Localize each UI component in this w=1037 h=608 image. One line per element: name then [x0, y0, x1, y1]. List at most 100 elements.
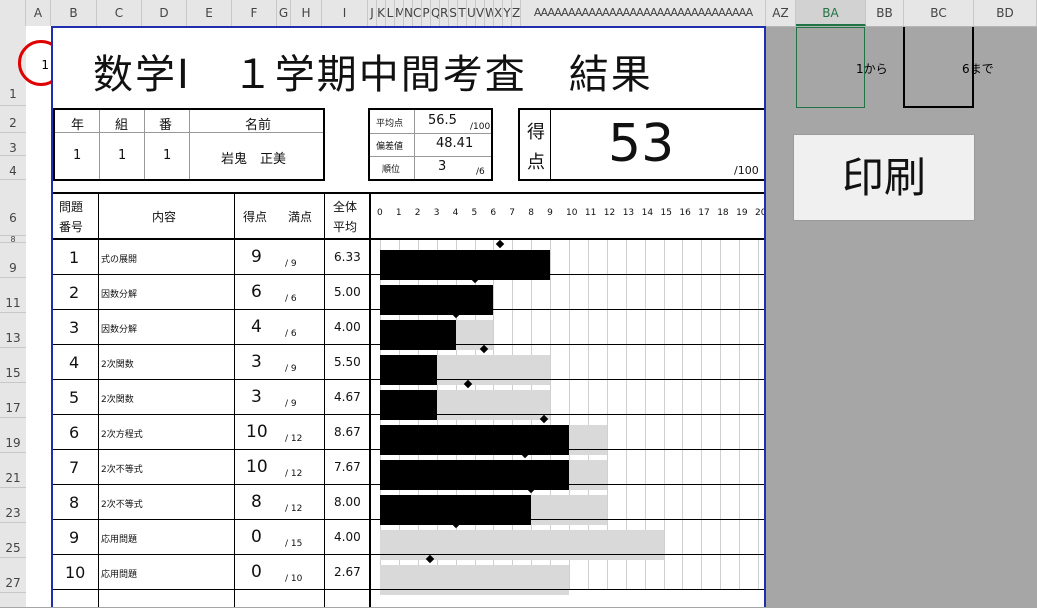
col-header-z[interactable]: Z — [512, 0, 521, 26]
row-header-13[interactable]: 13 — [0, 313, 26, 348]
scale-tick: 9 — [547, 208, 553, 218]
score-bar — [380, 250, 551, 280]
col-header-bc[interactable]: BC — [904, 0, 974, 26]
row-header-bar: 1 2 3 4 6 8 9 11 13 15 17 19 21 23 25 27 — [0, 26, 27, 607]
question-average: 8.67 — [334, 425, 361, 439]
row-header-11[interactable]: 11 — [0, 278, 26, 313]
row-header-19[interactable]: 19 — [0, 418, 26, 453]
table-header-bottom-line — [53, 238, 764, 240]
question-number: 5 — [69, 388, 80, 407]
question-max: / 10 — [285, 574, 303, 584]
select-all-corner[interactable] — [0, 0, 26, 26]
selected-cell-ba1[interactable] — [796, 27, 865, 108]
col-header-aa-group[interactable]: AAAAAAAAAAAAAAAAAAAAAAAAAAAAAAAA — [521, 0, 766, 26]
question-average: 4.00 — [334, 530, 361, 544]
question-number: 9 — [69, 528, 80, 547]
col-header-m[interactable]: M — [395, 0, 404, 26]
row-header-27[interactable]: 27 — [0, 558, 26, 593]
question-average: 5.50 — [334, 355, 361, 369]
question-average: 8.00 — [334, 495, 361, 509]
question-max: / 15 — [285, 539, 303, 549]
score-box: 得 点 53 /100 — [518, 108, 764, 181]
col-header-b[interactable]: B — [51, 0, 97, 26]
col-header-bd[interactable]: BD — [974, 0, 1037, 26]
col-header-a[interactable]: A — [26, 0, 51, 26]
row-header-6[interactable]: 6 — [0, 180, 26, 236]
row-header-23[interactable]: 23 — [0, 488, 26, 523]
col-header-u[interactable]: U — [467, 0, 476, 26]
row-line — [53, 309, 764, 310]
row-header-17[interactable]: 17 — [0, 383, 26, 418]
row-header-15[interactable]: 15 — [0, 348, 26, 383]
question-content: 2次方程式 — [101, 430, 143, 440]
row-line — [53, 484, 764, 485]
question-score: 3 — [251, 352, 262, 372]
col-header-k[interactable]: K — [377, 0, 386, 26]
student-info-box: 年 組 番 名前 1 1 1 岩鬼 正美 — [53, 108, 325, 181]
question-number: 1 — [69, 248, 80, 267]
col-header-l[interactable]: L — [386, 0, 395, 26]
col-header-f[interactable]: F — [232, 0, 277, 26]
stat-rank-value: 3 — [438, 159, 447, 174]
header-avg-line1: 全体 — [333, 200, 358, 214]
stat-average-value: 56.5 — [428, 113, 457, 128]
header-avg-line2: 平均 — [333, 220, 358, 234]
row-line — [53, 274, 764, 275]
col-header-n[interactable]: N — [404, 0, 413, 26]
row-header-25[interactable]: 25 — [0, 523, 26, 558]
row-header-4[interactable]: 4 — [0, 156, 26, 180]
question-max: / 12 — [285, 434, 303, 444]
col-header-az[interactable]: AZ — [766, 0, 796, 26]
col-header-i[interactable]: I — [322, 0, 368, 26]
row-line — [53, 449, 764, 450]
question-number: 2 — [69, 283, 80, 302]
col-header-y[interactable]: Y — [503, 0, 512, 26]
question-number: 8 — [69, 493, 80, 512]
col-header-r[interactable]: R — [440, 0, 449, 26]
col-header-s[interactable]: S — [449, 0, 458, 26]
question-content: 2次関数 — [101, 395, 134, 405]
col-header-c[interactable]: C — [97, 0, 142, 26]
scale-tick: 8 — [528, 208, 534, 218]
row-header-9[interactable]: 9 — [0, 243, 26, 278]
column-a: 1 — [26, 26, 51, 607]
scale-tick: 13 — [622, 208, 635, 218]
col-header-q[interactable]: Q — [431, 0, 440, 26]
question-score: 9 — [251, 247, 262, 267]
col-header-g[interactable]: G — [277, 0, 291, 26]
question-max: / 6 — [285, 329, 297, 339]
col-header-bb[interactable]: BB — [866, 0, 904, 26]
row-header-2[interactable]: 2 — [0, 106, 26, 133]
col-header-j[interactable]: J — [368, 0, 377, 26]
grid-line — [701, 240, 703, 590]
stat-label-average: 平均点 — [376, 119, 404, 129]
col-header-x[interactable]: X — [494, 0, 503, 26]
question-score: 3 — [251, 387, 262, 407]
range-from: 1から — [856, 60, 888, 77]
row-header-3[interactable]: 3 — [0, 133, 26, 156]
question-content: 式の展開 — [101, 255, 138, 265]
range-to-value[interactable]: 6 — [962, 62, 970, 76]
row-header-8[interactable]: 8 — [0, 236, 26, 244]
question-content: 2次不等式 — [101, 465, 143, 475]
col-header-e[interactable]: E — [187, 0, 232, 26]
average-marker — [495, 239, 504, 249]
print-button[interactable]: 印刷 — [793, 134, 975, 221]
col-header-t[interactable]: T — [458, 0, 467, 26]
row-header-21[interactable]: 21 — [0, 453, 26, 488]
col-header-p[interactable]: P — [422, 0, 431, 26]
col-header-o[interactable]: C — [413, 0, 422, 26]
question-max: / 9 — [285, 259, 297, 269]
range-from-value[interactable]: 1 — [856, 62, 864, 76]
question-score: 10 — [246, 457, 268, 477]
col-header-h[interactable]: H — [291, 0, 322, 26]
question-score: 8 — [251, 492, 262, 512]
scale-tick: 0 — [377, 208, 383, 218]
value-number: 1 — [163, 148, 172, 163]
stat-rank-suffix: /6 — [476, 167, 485, 177]
range-to-label: まで — [969, 62, 994, 76]
col-header-v[interactable]: V — [476, 0, 485, 26]
col-header-w[interactable]: W — [485, 0, 494, 26]
col-header-d[interactable]: D — [142, 0, 187, 26]
col-header-ba[interactable]: BA — [796, 0, 866, 26]
